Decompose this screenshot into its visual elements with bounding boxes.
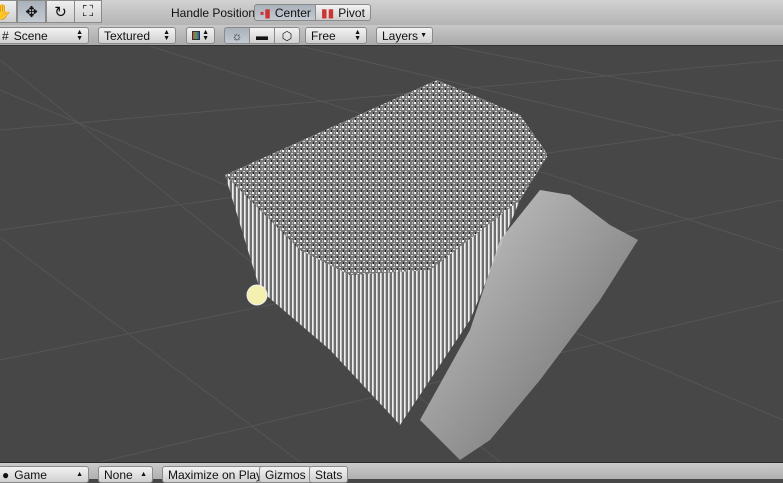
stats-toggle[interactable]: Stats — [309, 466, 349, 483]
sun-icon: ☼ — [231, 28, 243, 43]
main-toolbar: ✋ ✥ ↻ ⛶ Handle Position: ▪▮ Center ▮▮ Pivo… — [0, 0, 783, 25]
dropdown-arrow-icon: ▼ — [420, 32, 427, 39]
image-icon: ▬ — [256, 28, 268, 43]
hand-tool-button[interactable]: ✋ — [0, 0, 17, 23]
move-icon: ✥ — [25, 3, 38, 21]
gizmos-toggle[interactable]: Gizmos — [259, 466, 312, 483]
render-mode-dropdown[interactable]: Textured ▲ ▼ — [98, 27, 176, 44]
camera-mode-dropdown[interactable]: Free ▲ ▼ — [305, 27, 367, 44]
hand-icon: ✋ — [0, 3, 12, 21]
move-tool-button[interactable]: ✥ — [17, 0, 46, 23]
scale-icon: ⛶ — [82, 3, 94, 20]
layers-dropdown[interactable]: Layers ▼ — [376, 27, 433, 44]
updown-icon: ▲ ▼ — [354, 28, 361, 42]
skybox-toggle[interactable]: ▬ — [249, 27, 275, 44]
updown-icon: ▲ ▼ — [76, 28, 83, 42]
game-icon: ● — [2, 467, 10, 482]
handle-position-label: Handle Position: — [171, 6, 259, 20]
updown-icon: ▲ — [76, 470, 83, 478]
updown-icon: ▲ ▼ — [163, 28, 170, 42]
scene-render — [0, 46, 783, 462]
rotate-icon: ↻ — [54, 3, 67, 21]
updown-icon: ▲ — [140, 470, 147, 478]
pivot-icon: ▮▮ — [321, 5, 335, 20]
scene-toolbar: # Scene ▲ ▼ Textured ▲ ▼ ▲ ▼ ☼ ▬ ⬡ Free ▲ ▼ Laye… — [0, 25, 783, 46]
updown-icon: ▲ ▼ — [202, 28, 209, 42]
maximize-on-play-toggle[interactable]: Maximize on Play — [162, 466, 269, 483]
rotate-tool-button[interactable]: ↻ — [46, 0, 75, 23]
audio-toggle[interactable]: ⬡ — [274, 27, 300, 44]
pivot-button[interactable]: ▮▮ Pivot — [315, 4, 371, 21]
game-toolbar: ● Game ▲ None ▲ Maximize on Play Gizmos Sta… — [0, 462, 783, 483]
scale-tool-button[interactable]: ⛶ — [74, 0, 102, 23]
grid-icon: # — [2, 28, 9, 43]
scene-tab-dropdown[interactable]: # Scene ▲ ▼ — [0, 27, 89, 44]
rgb-icon — [192, 31, 201, 40]
aspect-dropdown[interactable]: None ▲ — [98, 466, 153, 483]
cube-icon: ⬡ — [281, 28, 293, 43]
light-gizmo-icon[interactable] — [246, 284, 268, 306]
center-button[interactable]: ▪▮ Center — [254, 4, 317, 21]
game-tab-dropdown[interactable]: ● Game ▲ — [0, 466, 89, 483]
lighting-toggle[interactable]: ☼ — [224, 27, 250, 44]
color-mode-dropdown[interactable]: ▲ ▼ — [186, 27, 215, 44]
center-icon: ▪▮ — [260, 5, 271, 20]
scene-viewport[interactable] — [0, 46, 783, 462]
